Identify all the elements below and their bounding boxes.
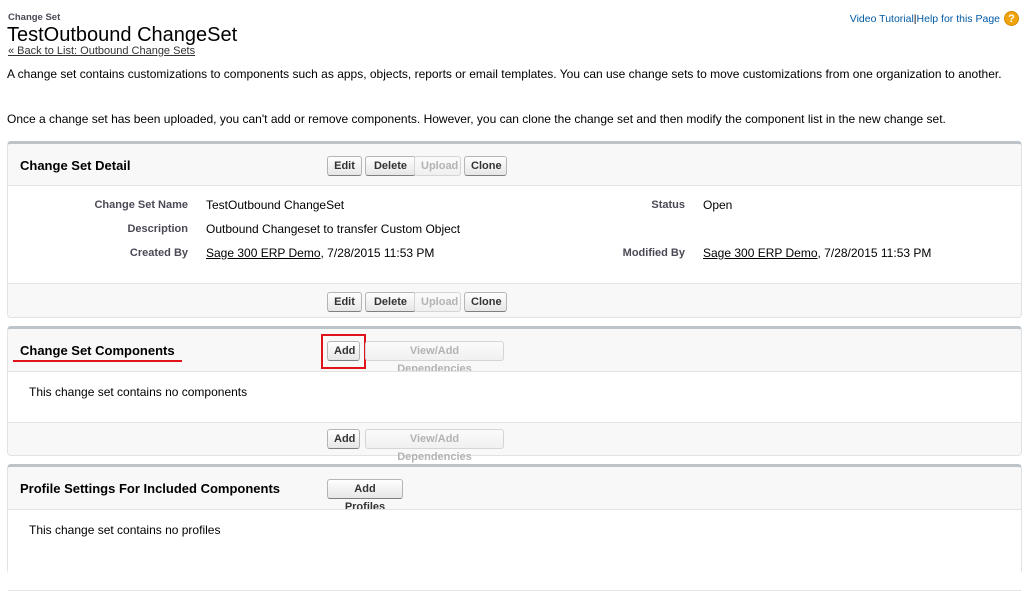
- view-add-dependencies-button-bottom[interactable]: View/Add Dependencies: [365, 429, 504, 463]
- profiles-block-title: Profile Settings For Included Components: [20, 481, 281, 496]
- description-value: Outbound Changeset to transfer Custom Ob…: [206, 222, 461, 236]
- created-by-value: Sage 300 ERP Demo, 7/28/2015 11:53 PM: [206, 246, 434, 260]
- edit-button-top[interactable]: Edit: [327, 156, 362, 176]
- help-icon[interactable]: ?: [1004, 11, 1019, 26]
- no-components-message: This change set contains no components: [29, 385, 248, 399]
- change-set-name-label: Change Set Name: [94, 199, 188, 211]
- profile-settings-block: Profile Settings For Included Components…: [7, 464, 1022, 591]
- no-profiles-message: This change set contains no profiles: [29, 523, 221, 537]
- page-section-label: Change Set: [8, 12, 61, 23]
- intro-paragraph-2: Once a change set has been uploaded, you…: [7, 112, 946, 126]
- clone-button-bottom[interactable]: Clone: [464, 292, 507, 312]
- components-block-title: Change Set Components: [20, 343, 175, 358]
- status-value: Open: [703, 198, 733, 212]
- add-component-button-bottom[interactable]: Add: [327, 429, 360, 449]
- back-to-list-link[interactable]: « Back to List: Outbound Change Sets: [8, 45, 195, 57]
- created-by-label: Created By: [129, 247, 188, 259]
- page-title: TestOutbound ChangeSet: [7, 24, 238, 46]
- modified-by-date: , 7/28/2015 11:53 PM: [817, 246, 932, 260]
- title-red-underline: [13, 360, 182, 362]
- upload-button-top[interactable]: Upload: [414, 156, 461, 176]
- clone-button-top[interactable]: Clone: [464, 156, 507, 176]
- profiles-list-area: This change set contains no profiles: [8, 509, 1021, 591]
- video-tutorial-link[interactable]: Video Tutorial: [850, 13, 914, 25]
- change-set-detail-block: Change Set Detail Edit Delete Upload Clo…: [7, 141, 1022, 318]
- status-label: Status: [651, 199, 685, 211]
- intro-paragraph-1: A change set contains customizations to …: [7, 67, 1002, 81]
- delete-button-top[interactable]: Delete: [365, 156, 416, 176]
- change-set-components-block: Change Set Components Add View/Add Depen…: [7, 326, 1022, 463]
- modified-by-value: Sage 300 ERP Demo, 7/28/2015 11:53 PM: [703, 246, 931, 260]
- detail-fields-area: Change Set Name TestOutbound ChangeSet S…: [8, 185, 1021, 284]
- modified-by-label: Modified By: [622, 247, 685, 259]
- created-by-user-link[interactable]: Sage 300 ERP Demo: [206, 246, 321, 260]
- detail-block-title: Change Set Detail: [20, 158, 131, 173]
- help-for-page-link[interactable]: Help for this Page: [917, 13, 1000, 25]
- delete-button-bottom[interactable]: Delete: [365, 292, 416, 312]
- add-component-button-top[interactable]: Add: [327, 341, 360, 361]
- upload-button-bottom[interactable]: Upload: [414, 292, 461, 312]
- modified-by-user-link[interactable]: Sage 300 ERP Demo: [703, 246, 818, 260]
- top-links: Video Tutorial|Help for this Page: [850, 13, 1000, 25]
- components-list-area: This change set contains no components: [8, 371, 1021, 423]
- add-profiles-button[interactable]: Add Profiles: [327, 479, 403, 513]
- edit-button-bottom[interactable]: Edit: [327, 292, 362, 312]
- created-by-date: , 7/28/2015 11:53 PM: [320, 246, 435, 260]
- change-set-name-value: TestOutbound ChangeSet: [206, 198, 345, 212]
- description-label: Description: [127, 223, 188, 235]
- view-add-dependencies-button-top[interactable]: View/Add Dependencies: [365, 341, 504, 375]
